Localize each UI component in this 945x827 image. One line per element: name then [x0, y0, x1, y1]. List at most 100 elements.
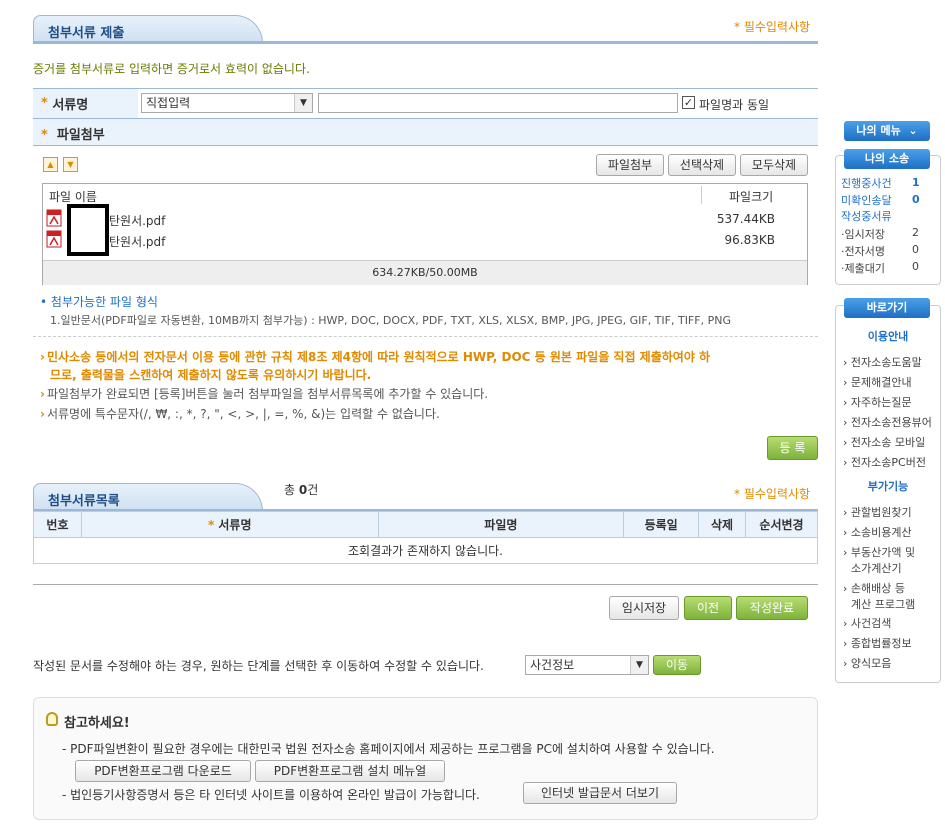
- step-select-value: 사건정보: [530, 658, 575, 672]
- file-name: 탄원서.pdf: [109, 214, 166, 228]
- extra-link[interactable]: › 부동산가액 및: [843, 544, 915, 560]
- guide-link[interactable]: › 전자소송도움말: [843, 354, 922, 370]
- count-value: 0: [298, 483, 308, 497]
- delete-selected-button[interactable]: 선택삭제: [668, 154, 736, 176]
- reference-title: 참고하세요!: [64, 716, 130, 731]
- note-2: › 서류명에 특수문자(/, ₩, :, *, ?, ", <, >, |, =,…: [40, 405, 440, 422]
- move-down-icon[interactable]: ▼: [63, 157, 78, 172]
- case-item-unconfirmed[interactable]: 미확인송달: [841, 192, 892, 208]
- pdf-file-icon: [46, 209, 62, 227]
- required-note-2: * 필수입력사항: [734, 487, 811, 501]
- prev-button[interactable]: 이전: [684, 596, 732, 620]
- file-list-header-divider: [701, 186, 702, 204]
- guide-link-label: 자주하는질문: [850, 396, 912, 409]
- guide-link-label: 전자소송 모바일: [850, 436, 926, 449]
- doc-name-label-cell: * 서류명: [33, 89, 138, 118]
- extra-link-label: 손해배상 등: [850, 582, 906, 595]
- temp-save-button[interactable]: 임시저장: [609, 596, 679, 620]
- shortcut-header: 바로가기: [844, 298, 930, 318]
- extra-link[interactable]: › 양식모음: [843, 655, 891, 671]
- sub-count: 2: [912, 226, 919, 239]
- pdf-manual-button[interactable]: PDF변환프로그램 설치 메뉴얼: [255, 760, 445, 782]
- extra-link-label: 관할법원찾기: [850, 506, 912, 519]
- warning-line-2: 므로, 출력물을 스캔하여 제출하지 않도록 유의하시기 바랍니다.: [50, 368, 372, 382]
- arrow-right-icon: ›: [40, 350, 45, 364]
- required-star-icon: *: [41, 96, 53, 111]
- empty-message: 조회결과가 존재하지 않습니다.: [33, 537, 818, 564]
- file-list-box: 파일 이름 파일크기 탄원서.pdf 537.44KB 탄원서.pdf 96.8…: [42, 183, 808, 285]
- move-button[interactable]: 이동: [653, 655, 701, 675]
- required-star-icon: *: [207, 518, 219, 532]
- delete-all-button[interactable]: 모두삭제: [740, 154, 808, 176]
- reference-line-1: - PDF파일변환이 필요한 경우에는 대한민국 법원 전자소송 홈페이지에서 …: [62, 742, 715, 756]
- count-suffix: 건: [307, 483, 319, 497]
- file-row[interactable]: 탄원서.pdf 537.44KB: [43, 209, 807, 229]
- same-as-filename-checkbox[interactable]: ✓: [682, 96, 695, 109]
- file-attach-label-wrap: * 파일첨부: [41, 124, 105, 143]
- extra-link[interactable]: › 소송비용계산: [843, 524, 912, 540]
- guide-link-label: 문제해결안내: [850, 376, 912, 389]
- table-header-row: 번호 * 서류명 파일명 등록일 삭제 순서변경: [33, 511, 818, 538]
- extra-link[interactable]: › 사건검색: [843, 615, 891, 631]
- case-count: 0: [912, 193, 920, 206]
- bullet-icon: •: [40, 295, 51, 309]
- case-count: 1: [912, 176, 920, 189]
- divider: [33, 336, 818, 337]
- case-item-in-progress[interactable]: 진행중사건: [841, 175, 892, 191]
- file-list-header-name: 파일 이름: [49, 190, 97, 204]
- case-item-drafting[interactable]: 작성중서류: [841, 208, 892, 224]
- table-row: 조회결과가 존재하지 않습니다.: [33, 537, 818, 564]
- doc-name-select[interactable]: 직접입력 ▼: [141, 93, 313, 113]
- sub-count: 0: [912, 260, 919, 273]
- note-2-text: 서류명에 특수문자(/, ₩, :, *, ?, ", <, >, |, =, …: [46, 407, 440, 421]
- move-up-icon[interactable]: ▲: [43, 157, 58, 172]
- note-1: › 파일첨부가 완료되면 [등록]버튼을 눌러 첨부파일을 첨부서류목록에 추가할…: [40, 385, 488, 402]
- extra-link-label: 소송비용계산: [850, 526, 912, 539]
- reference-line-2: - 법인등기사항증명서 등은 타 인터넷 사이트를 이용하여 온라인 발급이 가…: [62, 788, 480, 802]
- extra-link[interactable]: › 종합법률정보: [843, 635, 912, 651]
- file-name: 탄원서.pdf: [109, 235, 166, 249]
- sub-item-sign[interactable]: ·전자서명: [841, 243, 885, 259]
- guide-link[interactable]: › 자주하는질문: [843, 394, 912, 410]
- guide-title: 이용안내: [867, 330, 909, 343]
- chevron-down-icon[interactable]: ▼: [294, 94, 312, 112]
- complete-button[interactable]: 작성완료: [736, 596, 808, 620]
- extra-link[interactable]: › 관할법원찾기: [843, 504, 912, 520]
- file-attach-row: * 파일첨부: [33, 118, 818, 146]
- doc-name-input[interactable]: [318, 93, 678, 113]
- pdf-download-button[interactable]: PDF변환프로그램 다운로드: [75, 760, 251, 782]
- divider: [33, 584, 818, 585]
- extra-link-label: 부동산가액 및: [850, 546, 916, 559]
- guide-link-label: 전자소송PC버전: [850, 456, 926, 469]
- extra-link-cont[interactable]: 소가계산기: [851, 560, 902, 576]
- section-title-attach: 첨부서류 제출: [33, 15, 263, 43]
- required-star-icon: *: [41, 128, 53, 143]
- doc-name-row: * 서류명 직접입력 ▼ ✓ 파일명과 동일: [33, 88, 818, 118]
- col-doc-name: * 서류명: [80, 511, 379, 538]
- pdf-file-icon: [46, 230, 62, 248]
- file-attach-label: 파일첨부: [56, 128, 105, 143]
- my-case-header: 나의 소송: [844, 149, 930, 169]
- sub-item-pending[interactable]: ·제출대기: [841, 260, 885, 276]
- step-select[interactable]: 사건정보 ▼: [525, 655, 649, 675]
- redaction-box: [67, 204, 109, 256]
- sub-item-temp[interactable]: ·임시저장: [841, 226, 885, 242]
- guide-link[interactable]: › 전자소송전용뷰어: [843, 414, 932, 430]
- file-attach-button[interactable]: 파일첨부: [596, 154, 664, 176]
- warning-text-1: 민사소송 등에서의 전자문서 이용 등에 관한 규칙 제8조 제4항에 따라 원…: [46, 350, 711, 364]
- extra-link[interactable]: › 손해배상 등: [843, 580, 905, 596]
- internet-docs-button[interactable]: 인터넷 발급문서 더보기: [523, 782, 677, 804]
- chevron-down-icon[interactable]: ▼: [630, 656, 648, 674]
- file-size: 537.44KB: [716, 212, 775, 226]
- extra-link-cont[interactable]: 계산 프로그램: [851, 596, 915, 612]
- guide-link[interactable]: › 문제해결안내: [843, 374, 912, 390]
- file-row[interactable]: 탄원서.pdf 96.83KB: [43, 230, 807, 250]
- formats-text: 1.일반문서(PDF파일로 자동변환, 10MB까지 첨부가능) : HWP, …: [50, 314, 731, 327]
- my-menu-button[interactable]: 나의 메뉴 ⌄: [844, 121, 930, 141]
- guide-link[interactable]: › 전자소송 모바일: [843, 434, 925, 450]
- arrow-right-icon: ›: [40, 387, 45, 401]
- lightbulb-icon: [46, 712, 58, 726]
- register-button[interactable]: 등 록: [767, 436, 818, 460]
- required-note: * 필수입력사항: [734, 20, 811, 34]
- guide-link[interactable]: › 전자소송PC버전: [843, 454, 926, 470]
